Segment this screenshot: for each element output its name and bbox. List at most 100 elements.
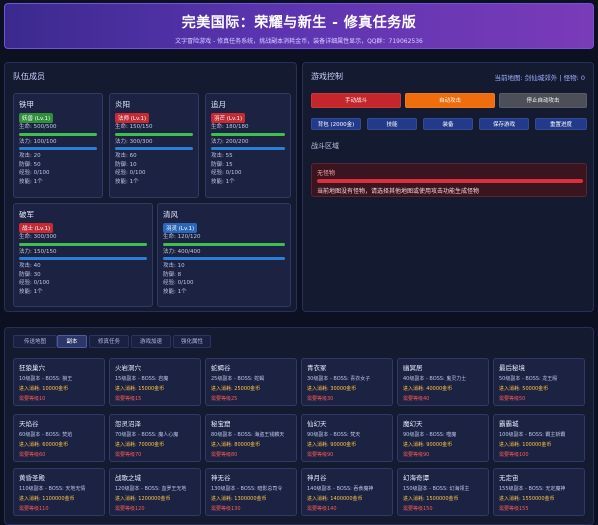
- member-exp: 经验: 0/100: [211, 170, 242, 176]
- tab-game-speed[interactable]: 游戏加速: [131, 335, 171, 348]
- dungeon-name: 秘宝窟: [211, 420, 231, 428]
- member-skills: 技能: 1个: [19, 288, 43, 295]
- dungeon-name: 狂狼巢穴: [19, 364, 45, 372]
- dungeon-requirement: 需要等级10: [19, 396, 46, 402]
- member-card[interactable]: 铁甲 妖兽 (Lv.1) 生命: 500/500 法力: 100/100 攻击:…: [13, 93, 103, 198]
- dungeon-requirement: 需要等级25: [211, 396, 238, 402]
- dungeon-card[interactable]: 秘宝窟 80级副本 - BOSS: 海盗王钱麟天 进入消耗: 80000金币 需…: [205, 414, 297, 462]
- member-mp: 法力: 150/150: [19, 248, 57, 255]
- member-name: 追月: [211, 100, 226, 109]
- dungeon-cost: 进入消耗: 10000金币: [19, 386, 69, 392]
- dungeon-cost: 进入消耗: 1500000金币: [403, 496, 459, 502]
- member-card[interactable]: 追月 羽芒 (Lv.1) 生命: 180/180 法力: 200/200 攻击:…: [205, 93, 291, 198]
- dungeon-cost: 进入消耗: 1100000金币: [19, 496, 75, 502]
- member-hp: 生命: 500/500: [19, 124, 57, 130]
- dungeon-level: 60级副本 - BOSS: 焚焰: [19, 432, 73, 438]
- auto-attack-button[interactable]: 自动攻击: [405, 93, 495, 108]
- member-mp: 法力: 200/200: [211, 138, 249, 145]
- member-card[interactable]: 破军 战士 (Lv.1) 生命: 300/300 法力: 150/150 攻击:…: [13, 203, 153, 307]
- dungeon-card[interactable]: 青衣冢 30级副本 - BOSS: 青衣女子 进入消耗: 30000金币 需要等…: [301, 358, 393, 406]
- member-card[interactable]: 清风 羽灵 (Lv.1) 生命: 120/120 法力: 400/400 攻击:…: [157, 203, 291, 307]
- dungeon-level: 90级副本 - BOSS: 噬魔: [403, 432, 457, 438]
- dungeon-level: 50级副本 - BOSS: 龙王殿: [499, 376, 558, 382]
- dungeon-requirement: 需要等级60: [19, 452, 46, 458]
- tab-teleport-map[interactable]: 传送地图: [13, 335, 57, 348]
- team-title: 队伍成员: [13, 72, 45, 81]
- dungeon-card[interactable]: 神无谷 130级副本 - BOSS: 暗影总司令 进入消耗: 1300000金币…: [205, 468, 297, 516]
- dungeon-level: 30级副本 - BOSS: 青衣女子: [307, 376, 371, 382]
- dungeon-requirement: 需要等级80: [211, 452, 238, 458]
- dungeon-requirement: 需要等级130: [211, 506, 241, 512]
- manual-attack-button[interactable]: 手动战斗: [311, 93, 401, 108]
- class-badge: 妖兽 (Lv.1): [19, 113, 54, 123]
- dungeon-requirement: 需要等级150: [403, 506, 433, 512]
- dungeon-name: 天焰谷: [19, 420, 39, 428]
- dungeon-name: 火岩洞穴: [115, 364, 141, 372]
- tab-enhance-attributes[interactable]: 强化属性: [173, 335, 211, 348]
- dungeon-card[interactable]: 怨灵沼泽 70级副本 - BOSS: 魔人心魔 进入消耗: 70000金币 需要…: [109, 414, 201, 462]
- member-name: 破军: [19, 210, 34, 219]
- tab-dungeon[interactable]: 副本: [57, 335, 87, 348]
- save-game-button[interactable]: 保存游戏: [479, 118, 529, 130]
- dungeon-card[interactable]: 幻海奇谭 150级副本 - BOSS: 幻海领主 进入消耗: 1500000金币…: [397, 468, 489, 516]
- dungeon-level: 150级副本 - BOSS: 幻海领主: [403, 486, 470, 492]
- dungeon-cost: 进入消耗: 1200000金币: [115, 496, 171, 502]
- dungeon-panel: 传送地图 副本 修真任务 游戏加速 强化属性 狂狼巢穴 10级副本 - BOSS…: [4, 327, 594, 525]
- dungeon-card[interactable]: 魔幻天 90级副本 - BOSS: 噬魔 进入消耗: 90000金币 需要等级9…: [397, 414, 489, 462]
- monster-hp-bar: [317, 179, 583, 183]
- reset-progress-button[interactable]: 重置进度: [535, 118, 587, 130]
- dungeon-level: 25级副本 - BOSS: 蛇蝎: [211, 376, 265, 382]
- member-hp: 生命: 300/300: [19, 234, 57, 240]
- dungeon-cost: 进入消耗: 25000金币: [211, 386, 261, 392]
- dungeon-card[interactable]: 战歌之城 120级副本 - BOSS: 血罗王无地 进入消耗: 1200000金…: [109, 468, 201, 516]
- dungeon-cost: 进入消耗: 15000金币: [115, 386, 165, 392]
- member-skills: 技能: 1个: [19, 178, 43, 185]
- dungeon-cost: 进入消耗: 80000金币: [211, 442, 261, 448]
- dungeon-card[interactable]: 天焰谷 60级副本 - BOSS: 焚焰 进入消耗: 60000金币 需要等级6…: [13, 414, 105, 462]
- member-name: 清风: [163, 210, 178, 219]
- dungeon-cost: 进入消耗: 50000金币: [499, 386, 549, 392]
- member-def: 防御: 8: [163, 271, 182, 278]
- dungeon-cost: 进入消耗: 60000金币: [19, 442, 69, 448]
- dungeon-card[interactable]: 无定宙 155级副本 - BOSS: 无定魔神 进入消耗: 1550000金币 …: [493, 468, 585, 516]
- bag-button[interactable]: 背包 (2000金): [311, 118, 361, 130]
- team-panel: 队伍成员 铁甲 妖兽 (Lv.1) 生命: 500/500 法力: 100/10…: [4, 62, 297, 312]
- tab-cultivation-quest[interactable]: 修真任务: [89, 335, 129, 348]
- dungeon-requirement: 需要等级90: [403, 452, 430, 458]
- dungeon-name: 神无谷: [211, 474, 231, 482]
- battle-area: 无怪物 当前地图没有怪物，请选择其他地图或使用攻击功能生成怪物: [311, 163, 587, 197]
- dungeon-card[interactable]: 黄昏圣殿 110级副本 - BOSS: 天地无情 进入消耗: 1100000金币…: [13, 468, 105, 516]
- dungeon-card[interactable]: 神月谷 140级副本 - BOSS: 吞食魔神 进入消耗: 1400000金币 …: [301, 468, 393, 516]
- dungeon-card[interactable]: 幽冥居 40级副本 - BOSS: 鬼灵力士 进入消耗: 40000金币 需要等…: [397, 358, 489, 406]
- page-subtitle: 文字冒险游戏 - 修真任务系统，挑战副本消耗金币，装备详细属性显示，QQ群：71…: [175, 38, 423, 45]
- member-card[interactable]: 炎阳 法师 (Lv.1) 生命: 150/150 法力: 300/300 攻击:…: [109, 93, 199, 198]
- dungeon-requirement: 需要等级50: [499, 396, 526, 402]
- dungeon-level: 10级副本 - BOSS: 狼王: [19, 376, 73, 382]
- dungeon-name: 蛇蝎谷: [211, 364, 231, 372]
- member-atk: 攻击: 10: [163, 263, 185, 269]
- dungeon-name: 幽冥居: [403, 364, 423, 372]
- dungeon-name: 怨灵沼泽: [115, 420, 141, 428]
- dungeon-level: 130级副本 - BOSS: 暗影总司令: [211, 486, 283, 492]
- dungeon-card[interactable]: 火岩洞穴 15级副本 - BOSS: 岩魔 进入消耗: 15000金币 需要等级…: [109, 358, 201, 406]
- stop-auto-attack-button[interactable]: 停止自动攻击: [499, 93, 587, 108]
- member-def: 防御: 15: [211, 161, 233, 168]
- equipment-button[interactable]: 装备: [423, 118, 473, 130]
- dungeon-cost: 进入消耗: 1400000金币: [307, 496, 363, 502]
- dungeon-cost: 进入消耗: 1300000金币: [211, 496, 267, 502]
- dungeon-card[interactable]: 最后秘境 50级副本 - BOSS: 龙王殿 进入消耗: 50000金币 需要等…: [493, 358, 585, 406]
- skill-button[interactable]: 技能: [367, 118, 417, 130]
- dungeon-card[interactable]: 霸霸城 100级副本 - BOSS: 霸主斩霸 进入消耗: 100000金币 需…: [493, 414, 585, 462]
- dungeon-card[interactable]: 蛇蝎谷 25级副本 - BOSS: 蛇蝎 进入消耗: 25000金币 需要等级2…: [205, 358, 297, 406]
- dungeon-requirement: 需要等级140: [307, 506, 337, 512]
- member-hp: 生命: 180/180: [211, 124, 249, 130]
- dungeon-requirement: 需要等级110: [19, 506, 49, 512]
- dungeon-level: 140级副本 - BOSS: 吞食魔神: [307, 486, 374, 492]
- member-name: 铁甲: [19, 100, 34, 109]
- class-badge: 战士 (Lv.1): [19, 223, 54, 233]
- dungeon-level: 70级副本 - BOSS: 魔人心魔: [115, 432, 179, 438]
- mp-bar: [163, 257, 285, 260]
- dungeon-card[interactable]: 仙幻天 90级副本 - BOSS: 梵天 进入消耗: 90000金币 需要等级9…: [301, 414, 393, 462]
- mp-bar: [115, 147, 193, 150]
- dungeon-card[interactable]: 狂狼巢穴 10级副本 - BOSS: 狼王 进入消耗: 10000金币 需要等级…: [13, 358, 105, 406]
